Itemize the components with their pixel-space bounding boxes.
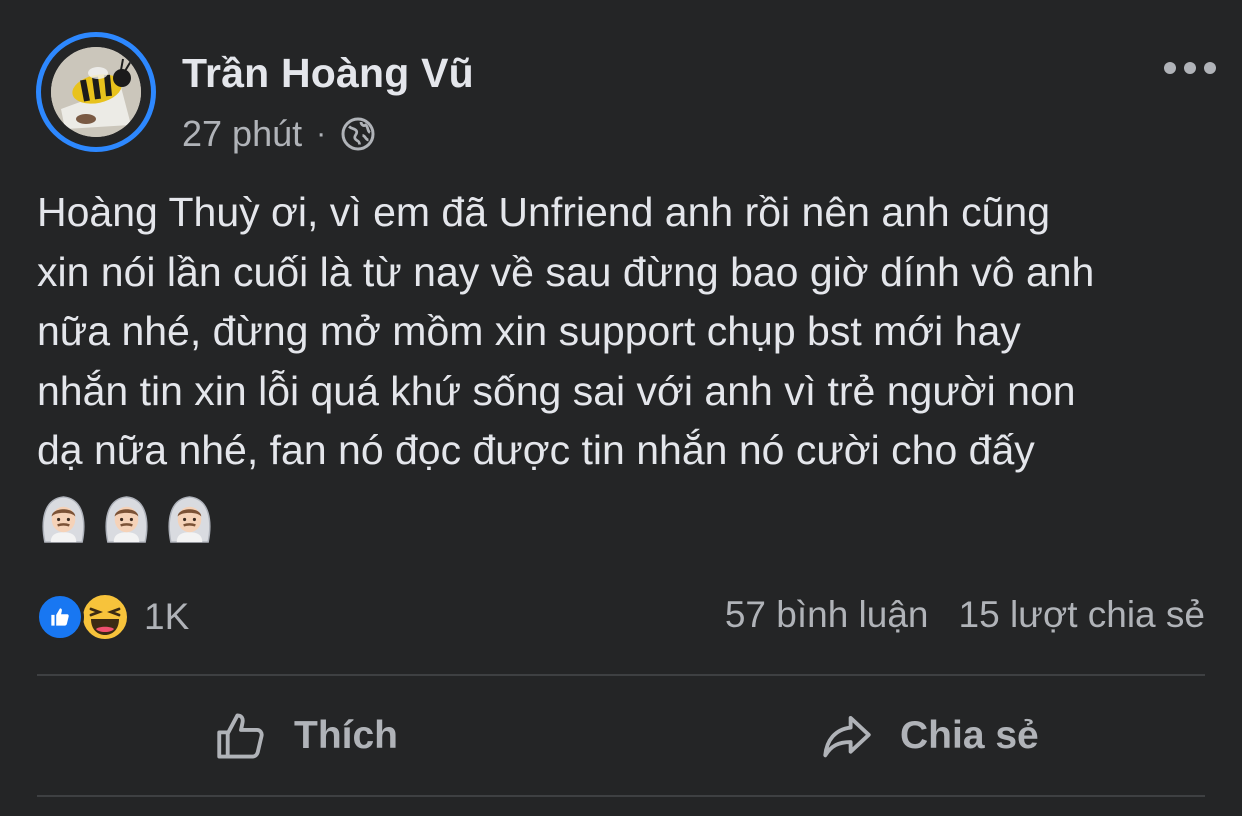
haha-icon [80, 592, 130, 642]
reaction-count[interactable]: 1K [144, 596, 189, 638]
share-button[interactable]: Chia sẻ [818, 704, 1039, 768]
post-card: Trần Hoàng Vũ 27 phút · Hoàng Thuỳ ơi, v… [0, 0, 1242, 816]
post-time[interactable]: 27 phút [182, 113, 302, 155]
reaction-summary[interactable]: 1K [36, 592, 189, 642]
more-options-icon[interactable] [1164, 56, 1216, 80]
globe-icon [341, 117, 375, 151]
share-label: Chia sẻ [900, 714, 1039, 757]
like-icon [36, 593, 84, 641]
share-icon [823, 715, 871, 758]
comment-count[interactable]: 57 bình luận [725, 594, 929, 636]
man-with-veil-emoji [168, 496, 211, 543]
divider [37, 674, 1205, 676]
post-meta: 27 phút · [182, 113, 376, 155]
like-label: Thích [294, 714, 398, 757]
share-count[interactable]: 15 lượt chia sẻ [959, 594, 1205, 636]
thumbs-up-icon [217, 713, 264, 759]
meta-separator: · [316, 117, 327, 150]
divider [37, 795, 1205, 797]
like-button[interactable]: Thích [212, 704, 398, 768]
emoji-row [37, 493, 216, 546]
story-ring[interactable] [36, 32, 156, 152]
bee-illustration [51, 47, 141, 137]
post-text: Hoàng Thuỳ ơi, vì em đã Unfriend anh rồi… [37, 189, 1095, 473]
man-with-veil-emoji [105, 496, 148, 543]
avatar[interactable] [51, 47, 141, 137]
author-name[interactable]: Trần Hoàng Vũ [182, 50, 474, 97]
post-stats: 57 bình luận 15 lượt chia sẻ [725, 594, 1205, 636]
man-with-veil-emoji [42, 496, 85, 543]
